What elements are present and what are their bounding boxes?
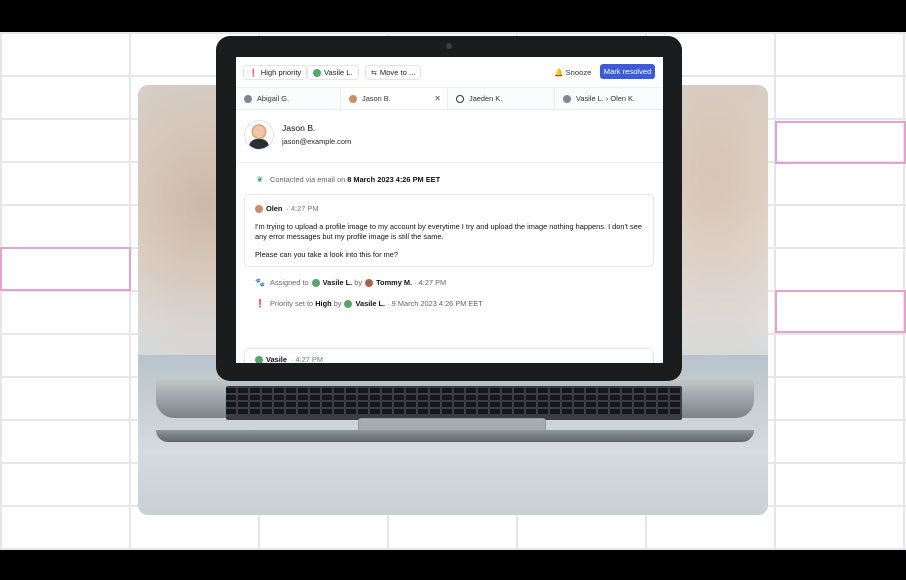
close-icon[interactable]: ✕ — [434, 94, 441, 103]
paw-icon: 🐾 — [255, 278, 265, 287]
conversation-toolbar: ❗ High priority Vasile L. ⇆ Move to ... … — [236, 57, 663, 88]
contacted-event: ❦ Contacted via email on 8 March 2023 4:… — [254, 175, 440, 184]
grid-highlight-left — [0, 247, 131, 291]
by-label: by — [354, 278, 363, 287]
contacted-prefix: Contacted via email on — [270, 175, 346, 184]
by-label: by — [333, 299, 342, 308]
grid-highlight-right-1 — [775, 121, 906, 164]
assigned-assignee: Vasile L. — [322, 278, 353, 287]
agent-message: Vasile · 4:27 PM — [244, 348, 654, 363]
mark-resolved-button[interactable]: Mark resolved — [600, 64, 655, 79]
priority-event: ❗ Priority set to High by Vasile L. · 9 … — [254, 299, 483, 308]
assigned-event: 🐾 Assigned to Vasile L. by Tommy M. · 4:… — [254, 278, 446, 287]
message-line: Please can you take a look into this for… — [255, 250, 398, 259]
customer-message: Olen · 4:27 PM I'm trying to upload a pr… — [244, 194, 654, 267]
priority-flag-icon: ❗ — [255, 299, 265, 308]
assigned-prefix: Assigned to — [270, 278, 309, 287]
laptop-lid: ❗ High priority Vasile L. ⇆ Move to ... … — [216, 36, 682, 381]
priority-value: High — [315, 299, 332, 308]
priority-actor: Vasile L. — [355, 299, 386, 308]
assignee-label: Vasile L. — [324, 68, 353, 77]
tab-vasile-olen[interactable]: Vasile L. › Olen K. — [555, 88, 663, 109]
avatar — [244, 120, 274, 150]
message-body: I'm trying to upload a profile image to … — [255, 222, 647, 260]
tab-jaeden[interactable]: Jaeden K. — [448, 88, 555, 109]
tab-abigail[interactable]: Abigail G. — [236, 88, 341, 109]
tab-label: Jason B. — [362, 94, 391, 103]
priority-label: High priority — [260, 68, 302, 77]
message-line: I'm trying to upload a profile image to … — [255, 222, 642, 241]
move-to-button[interactable]: ⇆ Move to ... — [365, 65, 422, 80]
priority-time: · 9 March 2023 4:26 PM EET — [387, 299, 483, 308]
priority-flag-icon: ❗ — [249, 69, 258, 77]
assignee-button[interactable]: Vasile L. — [307, 65, 359, 80]
assigner-avatar — [365, 278, 374, 287]
user-icon — [456, 94, 464, 103]
priority-button[interactable]: ❗ High priority — [243, 65, 308, 80]
contacted-date: 8 March 2023 4:26 PM EET — [347, 175, 441, 184]
contact-avatar-icon — [563, 94, 571, 103]
move-icon: ⇆ — [371, 69, 377, 77]
app-screen: ❗ High priority Vasile L. ⇆ Move to ... … — [236, 57, 663, 363]
assignee-avatar — [313, 68, 321, 77]
contact-email: jason@example.com — [282, 137, 352, 146]
assigned-assigner: Tommy M. — [376, 278, 413, 287]
tab-jason[interactable]: Jason B. ✕ — [341, 88, 448, 109]
camera-icon — [446, 43, 452, 49]
contact-name: Jason B. — [282, 123, 316, 133]
author-avatar — [255, 204, 263, 213]
grid-highlight-right-2 — [775, 290, 906, 333]
laptop-front-lip — [156, 430, 754, 442]
tab-label: Vasile L. › Olen K. — [576, 94, 636, 103]
tab-label: Abigail G. — [257, 94, 290, 103]
priority-prefix: Priority set to — [270, 299, 314, 308]
contact-avatar-icon — [349, 94, 357, 103]
tab-label: Jaeden K. — [469, 94, 503, 103]
move-label: Move to ... — [379, 68, 416, 77]
assigned-time: · 4:27 PM — [414, 278, 447, 287]
assignee-avatar — [311, 278, 320, 287]
message-time: · 4:27 PM — [286, 204, 319, 213]
message-author: Olen — [266, 204, 283, 213]
actor-avatar — [344, 299, 353, 308]
author-avatar — [255, 355, 263, 363]
message-time: · 4:27 PM — [290, 355, 324, 363]
contact-header: Jason B. jason@example.com — [236, 110, 663, 163]
sprout-icon: ❦ — [256, 175, 264, 184]
message-author: Vasile — [266, 355, 287, 363]
contact-avatar-icon — [244, 94, 252, 103]
bell-icon: 🔔 — [554, 68, 564, 77]
snooze-label: Snooze — [565, 68, 592, 77]
mark-resolved-label: Mark resolved — [603, 67, 652, 76]
snooze-button[interactable]: 🔔 Snooze — [554, 68, 591, 77]
conversation-tabs: Abigail G. Jason B. ✕ Jaeden K. Vasile L… — [236, 88, 663, 110]
